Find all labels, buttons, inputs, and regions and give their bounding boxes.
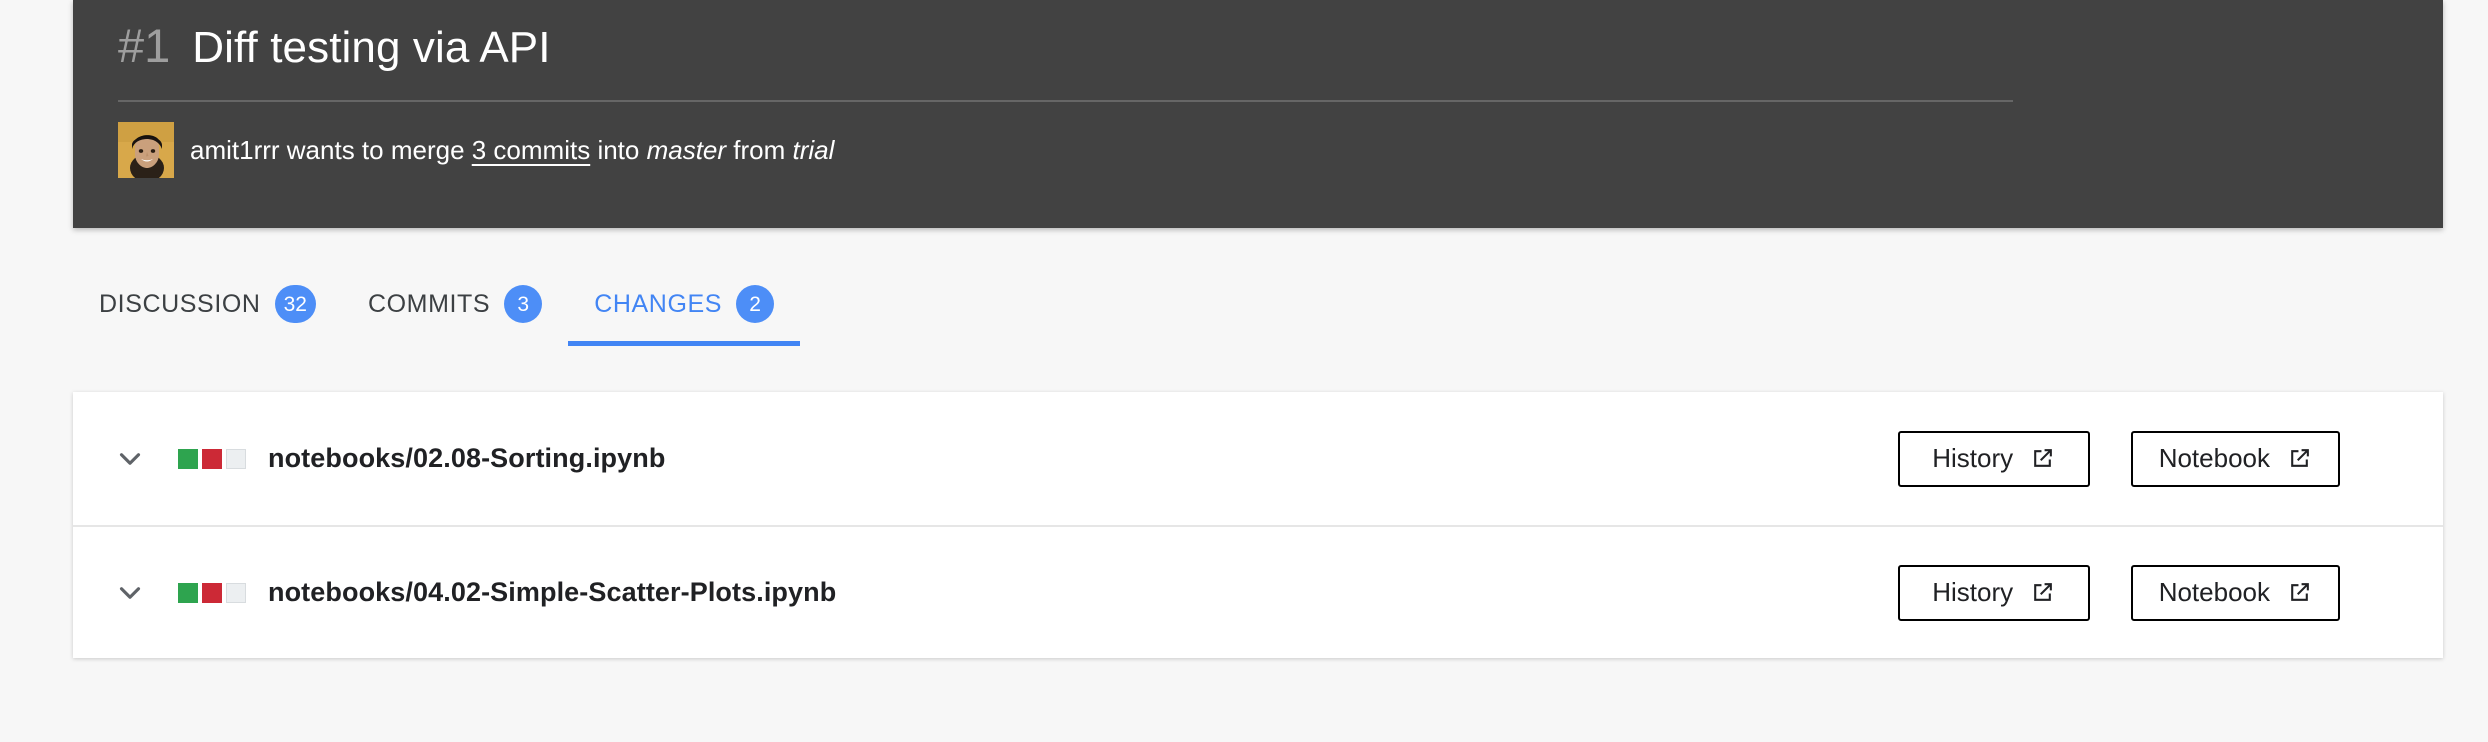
row-actions: History Notebook [1897, 564, 2443, 621]
changed-files-list: notebooks/02.08-Sorting.ipynb History No… [73, 392, 2443, 658]
history-button[interactable]: History [1897, 564, 2090, 621]
history-button-label: History [1932, 443, 2014, 473]
merge-summary: amit1rrr wants to merge 3 commits into m… [118, 122, 834, 178]
external-link-icon [2030, 446, 2055, 471]
external-link-icon [2030, 580, 2055, 605]
tab-bar: DISCUSSION 32 COMMITS 3 CHANGES 2 [73, 255, 2443, 346]
diffstat-unchanged-square [226, 582, 246, 603]
external-link-icon [2287, 580, 2312, 605]
tab-changes-label: CHANGES [594, 289, 723, 318]
table-row: notebooks/04.02-Simple-Scatter-Plots.ipy… [73, 525, 2443, 658]
diffstat-deleted-square [202, 582, 222, 603]
tab-changes-underline [568, 341, 801, 346]
history-button-label: History [1932, 577, 2014, 607]
avatar [118, 122, 174, 178]
notebook-button-label: Notebook [2158, 443, 2270, 473]
notebook-button[interactable]: Notebook [2130, 564, 2340, 621]
notebook-button-label: Notebook [2158, 577, 2270, 607]
tab-discussion-badge: 32 [274, 285, 316, 323]
notebook-button[interactable]: Notebook [2130, 430, 2340, 487]
diffstat-deleted-square [202, 448, 222, 469]
diffstat-squares [178, 582, 246, 603]
file-path: notebooks/04.02-Simple-Scatter-Plots.ipy… [268, 577, 837, 607]
external-link-icon [2287, 446, 2312, 471]
table-row: notebooks/02.08-Sorting.ipynb History No… [73, 392, 2443, 525]
pull-request-page: #1 Diff testing via API amit1rrr wants t… [0, 0, 2488, 742]
tab-commits[interactable]: COMMITS 3 [342, 255, 568, 335]
chevron-down-icon[interactable] [113, 442, 147, 476]
merge-summary-prefix: amit1rrr wants to merge [190, 135, 472, 165]
chevron-down-icon[interactable] [113, 576, 147, 610]
diffstat-added-square [178, 582, 198, 603]
diffstat-unchanged-square [226, 448, 246, 469]
pull-request-header: #1 Diff testing via API amit1rrr wants t… [73, 0, 2443, 228]
tab-commits-badge: 3 [504, 285, 543, 323]
tab-discussion-label: DISCUSSION [99, 289, 261, 318]
merge-summary-from: from [726, 135, 793, 165]
merge-summary-text: amit1rrr wants to merge 3 commits into m… [190, 137, 834, 163]
source-branch: trial [792, 135, 835, 165]
diffstat-added-square [178, 448, 198, 469]
diffstat-squares [178, 448, 246, 469]
tab-changes[interactable]: CHANGES 2 [568, 255, 801, 346]
file-path: notebooks/02.08-Sorting.ipynb [268, 443, 666, 473]
history-button[interactable]: History [1897, 430, 2090, 487]
pull-request-number: #1 [118, 19, 171, 72]
header-divider [118, 100, 2013, 102]
pull-request-title-row: #1 Diff testing via API [118, 22, 551, 70]
tab-commits-label: COMMITS [367, 289, 491, 318]
commits-link[interactable]: 3 commits [472, 135, 590, 165]
tab-changes-badge: 2 [736, 285, 775, 323]
merge-summary-into: into [590, 135, 647, 165]
tab-discussion[interactable]: DISCUSSION 32 [73, 255, 342, 335]
page-title: Diff testing via API [192, 23, 551, 72]
target-branch: master [646, 135, 727, 165]
row-actions: History Notebook [1897, 430, 2443, 487]
